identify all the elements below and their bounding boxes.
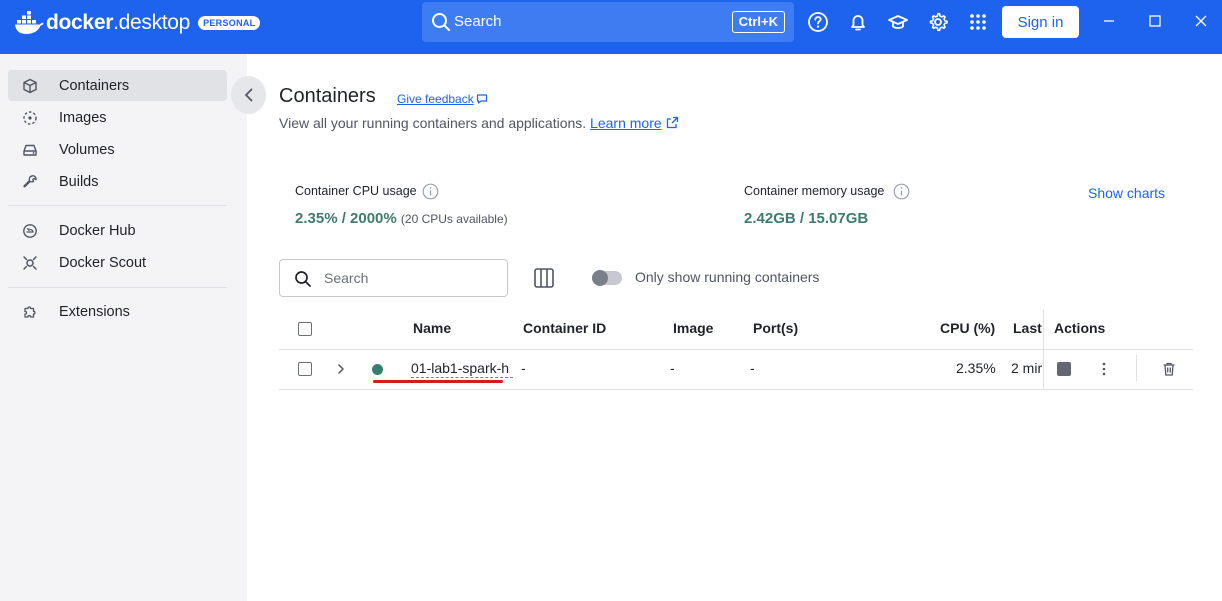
collapse-sidebar-button[interactable] [231,76,266,114]
search-icon [432,13,450,31]
sidebar-item-label: Docker Scout [59,254,147,271]
images-icon [23,111,37,125]
puzzle-icon [24,306,36,318]
sidebar-item-label: Containers [59,77,130,94]
sidebar-item-label: Extensions [59,303,130,320]
select-all-checkbox[interactable] [298,322,312,336]
feedback-chat-icon [476,94,487,104]
sidebar-item-docker-scout[interactable]: Docker Scout [8,247,227,278]
container-icon [23,78,37,94]
column-header-name[interactable]: Name [413,320,451,336]
cpu-count: (20 CPUs available) [400,212,508,226]
sidebar-item-label: Images [59,109,107,126]
chevron-left-icon [244,88,252,102]
help-icon[interactable] [807,11,829,33]
search-input[interactable] [324,268,494,288]
annotation-underline [373,380,503,383]
sidebar-item-containers[interactable]: Containers [8,70,227,101]
actions-divider [1136,355,1137,381]
sidebar-item-label: Docker Hub [59,222,136,239]
info-icon[interactable] [422,183,439,200]
cpu-usage-number: 2.35% / 2000% [295,210,397,227]
sidebar-item-label: Builds [59,173,99,190]
minimize-window-icon[interactable] [1099,11,1119,31]
notifications-bell-icon[interactable] [847,11,869,33]
last-started-cell: 2 mir [1011,360,1043,376]
memory-usage-label: Container memory usage [744,184,885,198]
sidebar-item-images[interactable]: Images [8,102,227,133]
page-subtitle-text: View all your running containers and app… [279,115,587,131]
give-feedback-link[interactable]: Give feedback [397,92,488,106]
give-feedback-label: Give feedback [397,92,474,106]
ports-cell: - [750,360,755,376]
docker-hub-icon [23,224,37,238]
sidebar-divider [8,287,227,288]
docker-whale-icon [15,11,44,34]
containers-search[interactable] [279,259,508,297]
container-id-cell: - [521,360,526,376]
header-divider [279,349,1193,350]
docker-desktop-logo: docker.desktop PERSONAL [14,9,261,37]
sidebar-item-docker-hub[interactable]: Docker Hub [8,215,227,246]
sidebar: Containers Images Volumes Builds Docker … [0,54,247,601]
container-name-link[interactable]: 01-lab1-spark-h [411,360,513,378]
wrench-icon [23,175,37,188]
actions-column-divider [1043,310,1044,390]
column-header-cpu[interactable]: CPU (%) [940,320,995,336]
plan-badge: PERSONAL [198,16,261,30]
learn-more-link[interactable]: Learn more [590,115,662,131]
running-only-toggle[interactable] [592,270,622,286]
cpu-cell: 2.35% [956,360,996,376]
show-charts-button[interactable]: Show charts [1088,185,1165,201]
image-cell: - [670,360,675,376]
close-window-icon[interactable] [1191,11,1211,31]
memory-usage-value: 2.42GB / 15.07GB [744,210,869,227]
info-icon[interactable] [893,183,910,200]
top-bar: docker.desktop PERSONAL Search Ctrl+K Si… [0,0,1222,54]
volumes-icon [23,144,37,156]
external-link-icon [666,116,678,129]
column-header-image[interactable]: Image [673,320,713,336]
logo-text-bold: docker [46,11,114,34]
apps-grid-icon[interactable] [967,11,989,33]
cpu-usage-label: Container CPU usage [295,184,417,198]
running-status-dot [372,364,383,375]
sidebar-divider [8,205,227,206]
global-search[interactable]: Search Ctrl+K [422,2,794,42]
page-subtitle: View all your running containers and app… [279,115,679,131]
column-header-actions: Actions [1054,320,1106,336]
maximize-window-icon[interactable] [1145,11,1165,31]
sidebar-item-builds[interactable]: Builds [8,166,227,197]
logo-text-light: .desktop [113,11,191,34]
sidebar-item-label: Volumes [59,141,115,158]
page-title: Containers [279,85,376,107]
column-header-ports[interactable]: Port(s) [753,320,798,336]
learning-center-icon[interactable] [887,11,909,33]
sidebar-item-extensions[interactable]: Extensions [8,296,227,327]
running-only-label: Only show running containers [635,269,820,285]
columns-toggle-icon[interactable] [533,267,555,289]
cpu-usage-value: 2.35% / 2000% (20 CPUs available) [295,210,508,227]
column-header-last-started[interactable]: Last [1013,320,1042,336]
search-shortcut: Ctrl+K [731,11,785,33]
sign-in-button[interactable]: Sign in [1002,6,1079,38]
toggle-knob [592,270,608,286]
docker-scout-icon [23,256,37,270]
delete-trash-icon[interactable] [1161,361,1177,377]
search-icon [295,271,311,287]
sidebar-item-volumes[interactable]: Volumes [8,134,227,165]
global-search-label: Search [454,13,502,30]
row-checkbox[interactable] [298,362,312,376]
chevron-right-icon[interactable] [335,363,347,375]
column-header-container-id[interactable]: Container ID [523,320,606,336]
more-options-icon[interactable] [1096,361,1112,377]
row-divider [279,389,1193,390]
settings-gear-icon[interactable] [927,11,949,33]
stop-icon[interactable] [1057,362,1071,376]
